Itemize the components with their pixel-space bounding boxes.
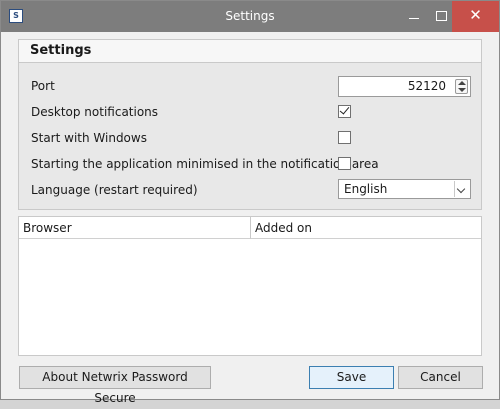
start-with-windows-checkbox[interactable]	[338, 131, 351, 144]
column-header-added-on[interactable]: Added on	[255, 221, 312, 235]
maximize-icon	[435, 11, 447, 21]
desktop-notifications-checkbox[interactable]	[338, 104, 351, 118]
browser-table[interactable]: Browser Added on	[18, 216, 482, 356]
start-with-windows-label: Start with Windows	[31, 131, 147, 145]
column-header-browser[interactable]: Browser	[23, 221, 72, 235]
spin-up-icon[interactable]	[458, 81, 466, 85]
language-value: English	[344, 182, 388, 196]
save-button[interactable]: Save	[309, 366, 394, 389]
close-icon: ✕	[469, 6, 482, 24]
start-minimised-label: Starting the application minimised in th…	[31, 157, 379, 171]
settings-group: Settings Port 52120 Desktop notification…	[18, 39, 482, 210]
port-label: Port	[31, 79, 55, 93]
desktop-notifications-label: Desktop notifications	[31, 105, 159, 119]
port-spinner[interactable]	[455, 79, 468, 94]
settings-group-header: Settings	[19, 40, 481, 63]
port-value: 52120	[407, 79, 446, 93]
chevron-down-icon[interactable]	[454, 181, 469, 197]
language-select[interactable]: English	[338, 179, 471, 199]
minimize-button[interactable]	[399, 1, 429, 32]
settings-group-title: Settings	[30, 43, 92, 58]
spin-down-icon[interactable]	[458, 88, 466, 92]
settings-window: S Settings ✕ Settings Port 52120 Desktop…	[0, 0, 500, 405]
about-button[interactable]: About Netwrix Password Secure	[19, 366, 211, 405]
title-bar[interactable]: S Settings ✕	[1, 1, 499, 32]
start-minimised-checkbox[interactable]	[338, 157, 351, 170]
cancel-button[interactable]: Cancel	[398, 366, 483, 389]
port-input[interactable]: 52120	[338, 76, 471, 97]
minimize-icon	[409, 18, 419, 19]
language-label: Language (restart required)	[31, 183, 198, 197]
column-divider[interactable]	[250, 217, 251, 239]
checkmark-icon	[339, 104, 350, 115]
browser-table-header: Browser Added on	[19, 217, 481, 239]
close-button[interactable]: ✕	[452, 1, 499, 32]
